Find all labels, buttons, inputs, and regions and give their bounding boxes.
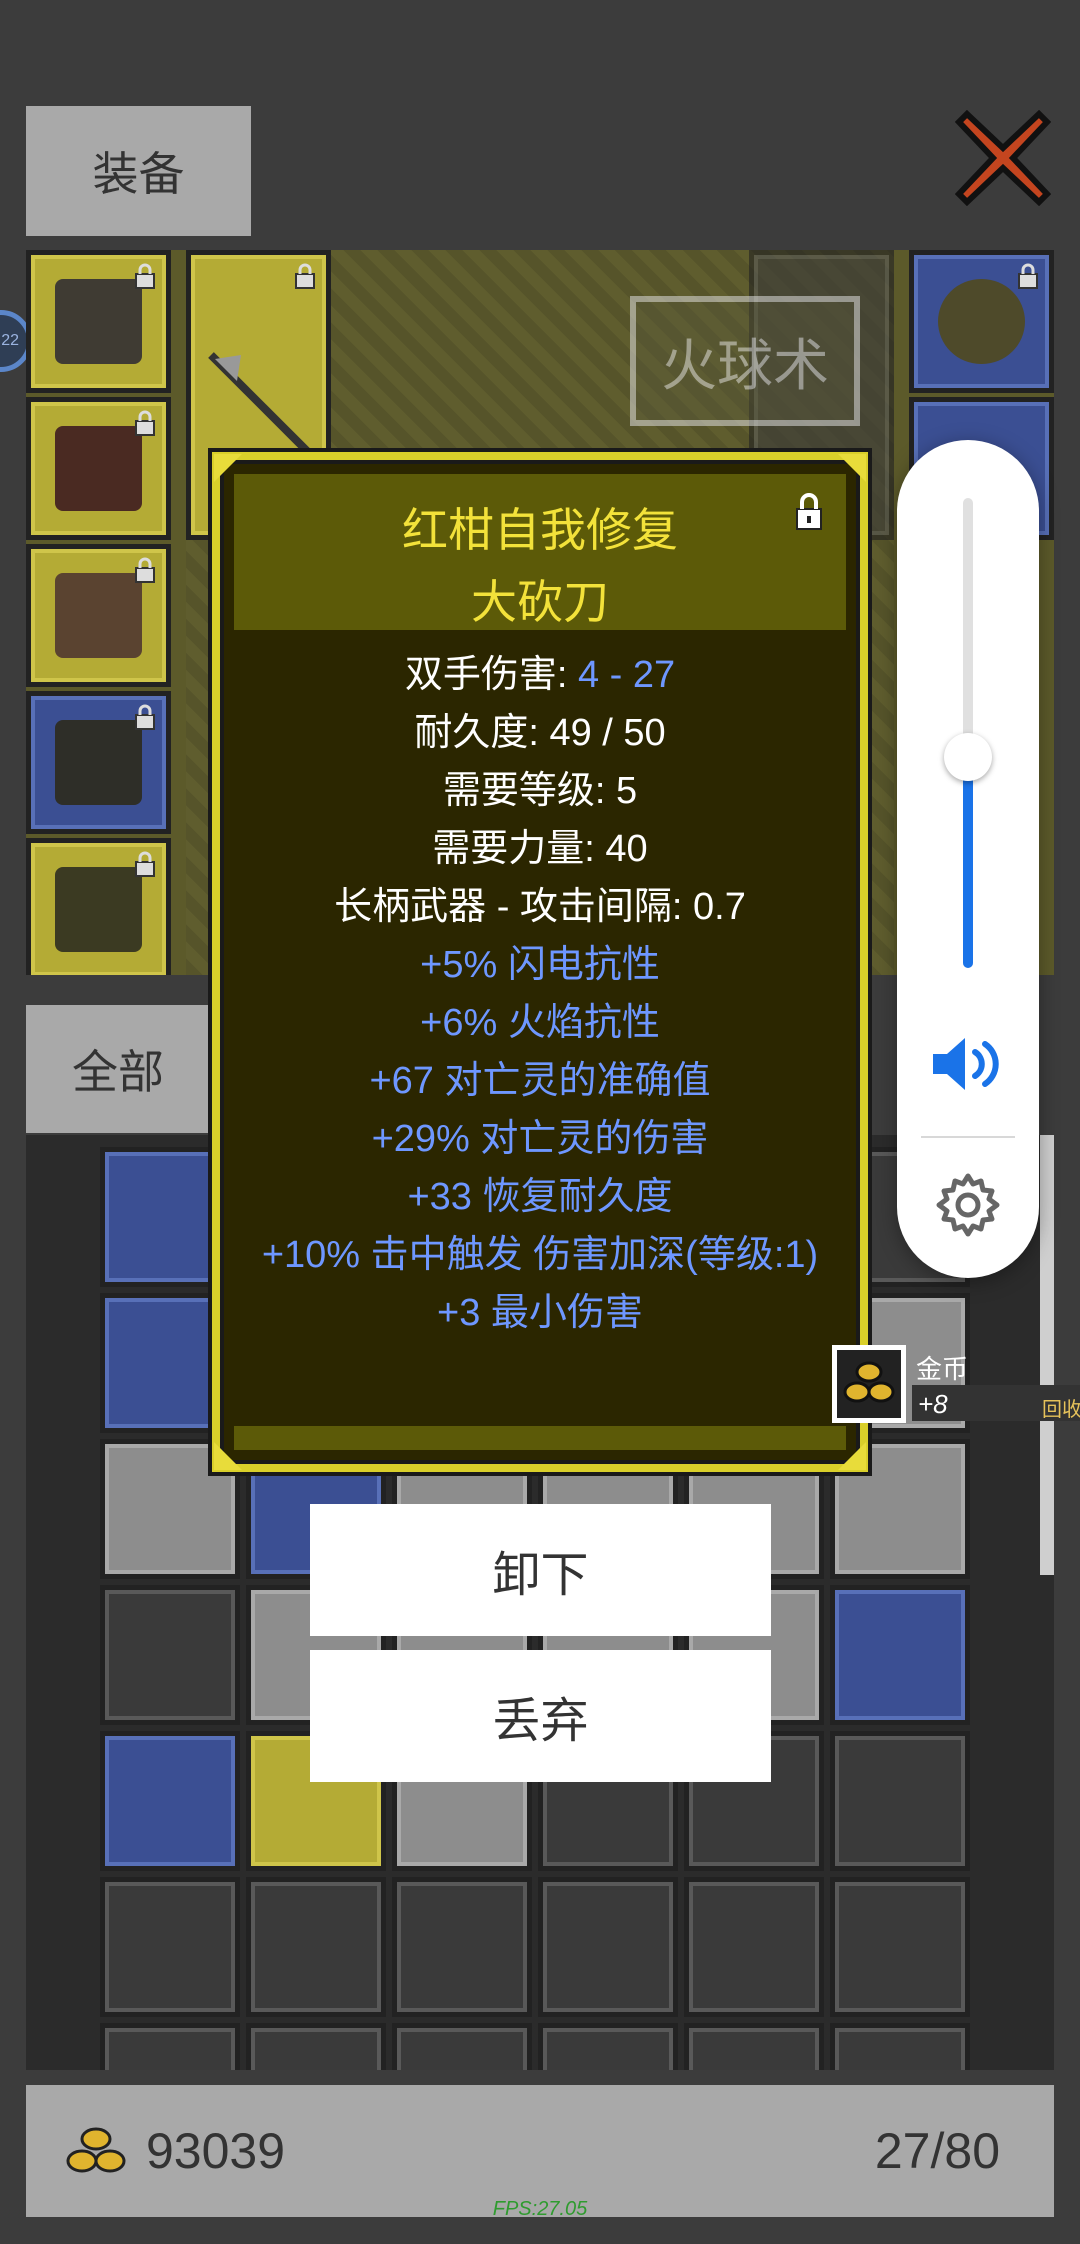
- armor-icon: [55, 425, 142, 512]
- volume-panel: [897, 440, 1039, 1278]
- lock-icon: [135, 704, 155, 730]
- stat-weapon-type: 长柄武器 - 攻击间隔: 0.7: [334, 886, 746, 928]
- stat-required-strength: 需要力量: 40: [432, 828, 648, 870]
- close-x-icon: [954, 109, 1052, 207]
- inventory-slot[interactable]: [830, 1877, 970, 2017]
- affix-line: +3 最小伤害: [437, 1292, 643, 1334]
- stat-damage: 双手伤害: 4 - 27: [220, 646, 860, 704]
- volume-slider-thumb[interactable]: [944, 732, 992, 781]
- close-button[interactable]: [954, 109, 1052, 207]
- affix-line: +5% 闪电抗性: [420, 944, 660, 986]
- belt-icon: [55, 866, 142, 953]
- tab-equipment[interactable]: 装备: [26, 106, 251, 236]
- inventory-slot[interactable]: [100, 1877, 240, 2017]
- affix-line: +29% 对亡灵的伤害: [371, 1118, 709, 1160]
- affix-line: +33 恢复耐久度: [407, 1176, 673, 1218]
- slot-armor[interactable]: [26, 397, 171, 540]
- coin-toast-icon-frame: [832, 1345, 906, 1423]
- stat-durability: 耐久度: 49 / 50: [414, 712, 666, 754]
- lock-icon: [295, 263, 315, 289]
- volume-slider-fill: [963, 756, 973, 968]
- skill-bubble-label: 火球术: [661, 333, 829, 397]
- lock-icon: [1018, 263, 1038, 289]
- corner-ornament-icon: [838, 454, 866, 482]
- lock-icon: [135, 263, 155, 289]
- coin-pickup-toast: 金币 +8 回收: [832, 1345, 1080, 1425]
- drop-button[interactable]: 丢弃: [310, 1650, 771, 1782]
- fps-counter: FPS:27.05: [492, 2198, 588, 2220]
- boots-icon: [55, 719, 142, 806]
- tooltip-footer: [234, 1426, 846, 1450]
- damage-value: 4 - 27: [577, 654, 676, 696]
- lock-icon: [135, 410, 155, 436]
- unequip-button[interactable]: 卸下: [310, 1504, 771, 1636]
- inventory-slot[interactable]: [100, 1585, 240, 1725]
- inventory-slot[interactable]: [246, 1877, 386, 2017]
- coin-toast-amount: +8: [918, 1389, 948, 1419]
- inventory-slot[interactable]: [538, 1877, 678, 2017]
- inventory-slot[interactable]: [830, 2023, 970, 2070]
- corner-ornament-icon: [838, 1442, 866, 1470]
- tooltip-header: 红柑自我修复 大砍刀: [234, 474, 846, 630]
- stat-required-level: 需要等级: 5: [442, 770, 638, 812]
- side-badge-text: 22: [1, 332, 19, 349]
- slot-helmet[interactable]: [26, 250, 171, 393]
- inventory-slot[interactable]: [100, 1731, 240, 1871]
- inventory-slot[interactable]: [830, 1731, 970, 1871]
- corner-ornament-icon: [214, 454, 242, 482]
- helmet-icon: [55, 278, 142, 365]
- inventory-slot[interactable]: [684, 2023, 824, 2070]
- affix-line: +67 对亡灵的准确值: [369, 1060, 711, 1102]
- slot-boots[interactable]: [26, 691, 171, 834]
- halberd-icon: [208, 352, 314, 458]
- slot-belt[interactable]: [26, 838, 171, 975]
- coin-icon: [843, 1361, 895, 1403]
- gloves-icon: [55, 572, 142, 659]
- volume-divider: [921, 1136, 1015, 1138]
- inventory-slot[interactable]: [392, 2023, 532, 2070]
- inventory-slot[interactable]: [538, 2023, 678, 2070]
- coin-toast-title: 金币: [916, 1354, 969, 1384]
- lock-icon: [135, 851, 155, 877]
- inventory-slot[interactable]: [100, 2023, 240, 2070]
- inventory-slot[interactable]: [392, 1877, 532, 2017]
- speaker-icon[interactable]: [929, 1032, 1007, 1096]
- recycle-label[interactable]: 回收: [1042, 1393, 1080, 1422]
- item-name: 大砍刀: [471, 576, 609, 628]
- inventory-slot[interactable]: [830, 1585, 970, 1725]
- corner-ornament-icon: [214, 1442, 242, 1470]
- skill-bubble: 火球术: [630, 296, 860, 426]
- coin-icon: [66, 2127, 126, 2173]
- damage-label: 双手伤害:: [404, 654, 578, 696]
- item-stats: 双手伤害: 4 - 27 耐久度: 49 / 50 需要等级: 5 需要力量: …: [220, 646, 860, 1342]
- amulet-icon: [938, 278, 1025, 365]
- affix-line: +6% 火焰抗性: [420, 1002, 660, 1044]
- lock-icon: [135, 557, 155, 583]
- slot-gloves[interactable]: [26, 544, 171, 687]
- item-prefix: 红柑自我修复: [402, 504, 678, 556]
- gear-icon[interactable]: [935, 1172, 1001, 1238]
- lock-icon[interactable]: [794, 492, 824, 532]
- affix-line: +10% 击中触发 伤害加深(等级:1): [261, 1234, 819, 1276]
- item-tooltip: 红柑自我修复 大砍刀 双手伤害: 4 - 27 耐久度: 49 / 50 需要等…: [212, 452, 868, 1472]
- inventory-slot[interactable]: [684, 1877, 824, 2017]
- inventory-slot[interactable]: [246, 2023, 386, 2070]
- tab-all-items[interactable]: 全部: [26, 1005, 210, 1133]
- slot-amulet[interactable]: [909, 250, 1054, 393]
